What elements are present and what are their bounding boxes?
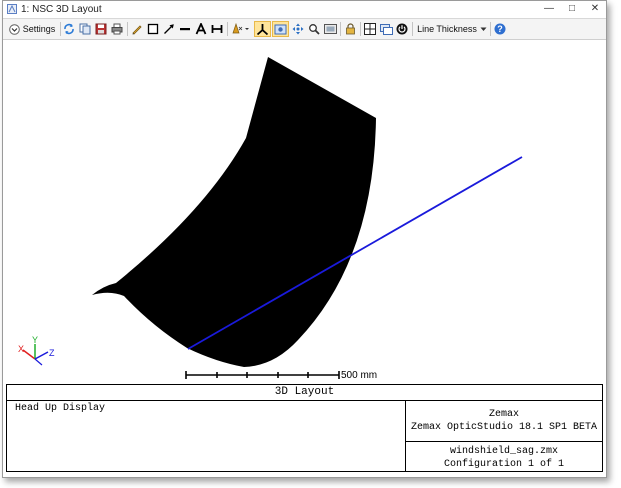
x-axis-arrow (22, 349, 36, 360)
power-button[interactable] (395, 21, 409, 37)
window-icon (379, 24, 393, 35)
window-title: 1: NSC 3D Layout (21, 4, 102, 15)
layout-window: 1: NSC 3D Layout — □ ✕ Settings Line Thi… (2, 0, 607, 478)
minimize-icon[interactable]: — (542, 2, 556, 16)
chevron-down-icon (8, 23, 20, 35)
pencil-button[interactable] (130, 21, 144, 37)
system-description: Head Up Display (15, 403, 106, 414)
layout-info-box: 3D Layout Head Up Display Zemax Zemax Op… (6, 384, 603, 472)
print-button[interactable] (110, 21, 124, 37)
line-button[interactable] (178, 21, 192, 37)
chevron-down-icon (480, 27, 487, 31)
pan-icon (292, 23, 304, 35)
fit-icon (274, 24, 287, 34)
pencil-icon (132, 25, 142, 35)
image-icon (323, 24, 337, 34)
arrow-button[interactable] (162, 21, 176, 37)
file-name: windshield_sag.zmx (449, 446, 559, 457)
maximize-icon[interactable]: □ (565, 2, 579, 16)
axis-diagonal (34, 358, 43, 366)
scale-bar (185, 371, 340, 379)
lock-button[interactable] (343, 21, 357, 37)
save-button[interactable] (94, 21, 108, 37)
toolbar: Settings Line Thickness ? (3, 19, 606, 40)
text-button[interactable] (194, 21, 208, 37)
save-icon (95, 23, 107, 35)
title-bar[interactable]: 1: NSC 3D Layout — □ ✕ (3, 1, 606, 19)
axis-button[interactable] (254, 21, 271, 37)
help-button[interactable]: ? (493, 21, 507, 37)
layout-icon (364, 23, 376, 35)
copy-button[interactable] (78, 21, 92, 37)
z-axis-arrow (34, 351, 49, 360)
zoom-button[interactable] (307, 21, 321, 37)
pan-button[interactable] (291, 21, 305, 37)
fit-button[interactable] (272, 21, 289, 37)
settings-button[interactable]: Settings (6, 21, 58, 37)
line-icon (180, 28, 190, 31)
refresh-icon (64, 23, 74, 35)
app-icon (7, 4, 17, 14)
axis-icon (256, 23, 269, 35)
svg-text:?: ? (497, 24, 503, 34)
close-icon[interactable]: ✕ (588, 2, 602, 16)
dimension-icon (211, 25, 223, 33)
layout-button[interactable] (363, 21, 377, 37)
axis-label-z: Z (49, 348, 55, 358)
plot-caption: 3D Layout (7, 385, 602, 401)
help-icon: ? (494, 23, 506, 35)
rotate-icon (232, 23, 249, 34)
layout-canvas: X Y Z (18, 57, 523, 379)
scale-bar-label: 500 mm (341, 370, 378, 381)
software-version: Zemax OpticStudio 18.1 SP1 BETA (410, 422, 598, 433)
arrow-icon (164, 24, 174, 34)
rectangle-button[interactable] (146, 21, 160, 37)
power-icon (396, 23, 408, 35)
axis-label-y: Y (32, 335, 38, 345)
company-name: Zemax (488, 409, 519, 420)
lock-icon (345, 23, 355, 35)
rectangle-icon (147, 23, 159, 35)
line-thickness-label: Line Thickness (417, 24, 477, 34)
dimension-button[interactable] (210, 21, 224, 37)
configuration-info: Configuration 1 of 1 (443, 459, 565, 470)
zoom-icon (309, 24, 320, 35)
line-thickness-dropdown[interactable]: Line Thickness (416, 21, 488, 37)
window-button[interactable] (379, 21, 393, 37)
copy-icon (79, 23, 91, 35)
windshield-surface (92, 57, 376, 367)
settings-label: Settings (22, 24, 56, 34)
refresh-button[interactable] (62, 21, 76, 37)
axis-label-x: X (18, 344, 24, 354)
axis-triad: X Y Z (18, 335, 55, 366)
text-icon (195, 23, 207, 35)
print-icon (111, 23, 123, 35)
rotate-button[interactable] (230, 21, 252, 37)
layout-plot[interactable]: X Y Z (6, 40, 603, 384)
image-button[interactable] (323, 21, 337, 37)
